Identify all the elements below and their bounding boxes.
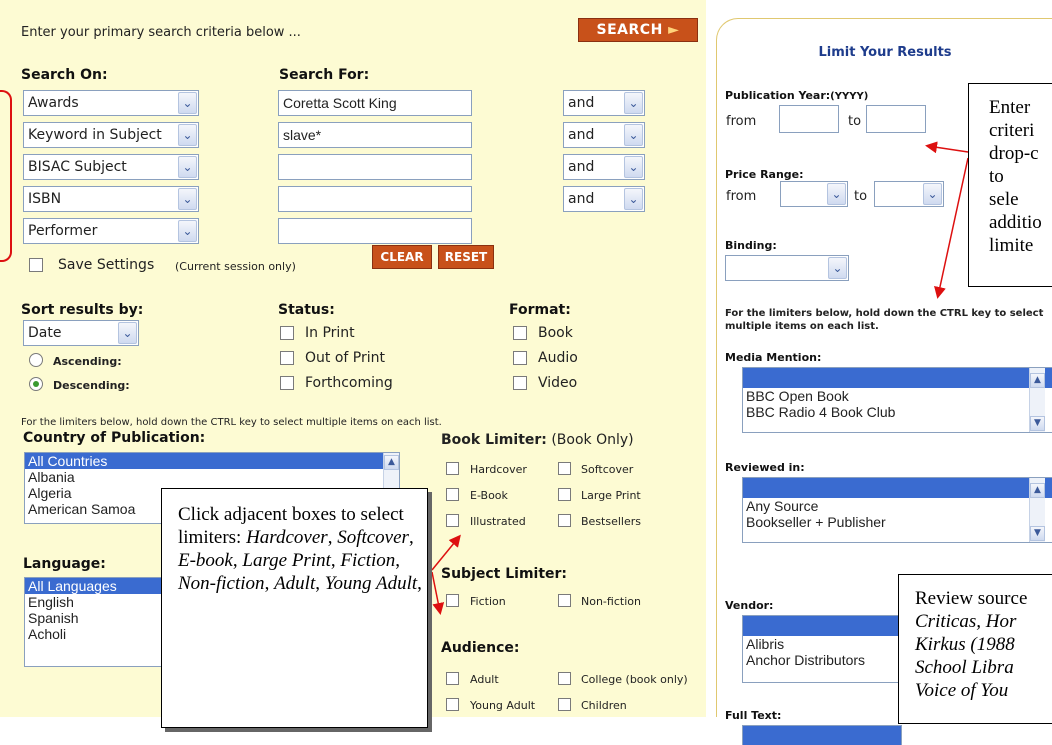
arrow-icon — [431, 534, 461, 571]
arrow-icon — [431, 571, 445, 615]
review-callout: Review source Criticas, Hor Kirkus (1988… — [898, 574, 1052, 724]
callout-text: Criticas, Hor — [915, 611, 1017, 632]
limit-callout: Enter criteri drop-c to sele additio lim… — [968, 83, 1052, 287]
limiter-callout: Click adjacent boxes to select limiters:… — [161, 488, 428, 728]
list-item[interactable] — [743, 726, 901, 745]
callout-item: Non-fiction — [178, 573, 265, 594]
callout-item: E-book — [178, 550, 233, 571]
callout-item: Fiction — [340, 550, 396, 571]
callout-text: Kirkus (1988 — [915, 634, 1015, 655]
arrow-icon — [925, 141, 969, 154]
callout-item: Young Adult — [324, 573, 418, 594]
callout-text: School Libra — [915, 657, 1014, 678]
callout-item: Large Print — [242, 550, 331, 571]
callout-item: Hardcover — [246, 527, 328, 548]
callout-text: Voice of You — [915, 680, 1009, 701]
annotation-arrows — [431, 141, 969, 615]
callout-item: Adult — [274, 573, 316, 594]
arrow-icon — [934, 157, 969, 299]
fulltext-list[interactable] — [742, 725, 902, 745]
callout-text: Review source — [915, 588, 1028, 609]
callout-item: Softcover — [337, 527, 409, 548]
